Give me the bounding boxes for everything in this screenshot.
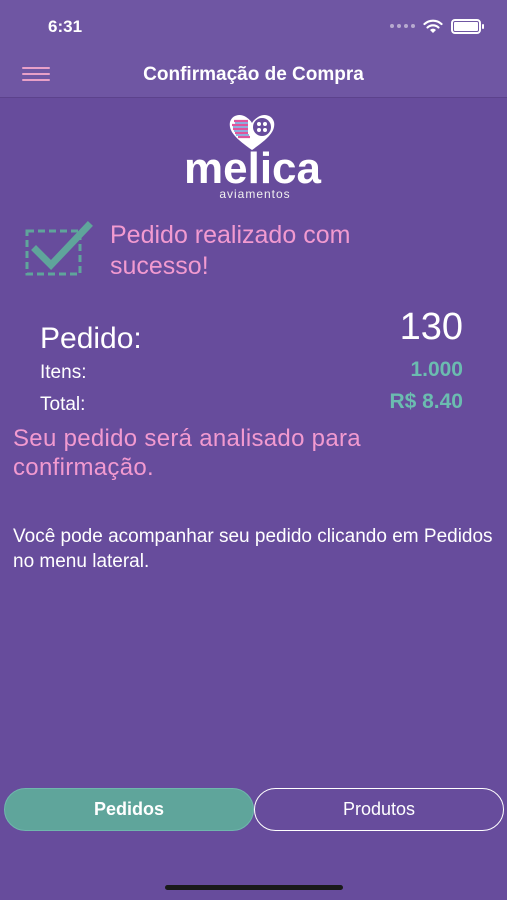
cellular-signal-icon xyxy=(390,24,415,28)
order-label: Pedido: xyxy=(40,322,142,355)
wifi-icon xyxy=(423,19,443,33)
items-label: Itens: xyxy=(40,362,87,383)
total-label: Total: xyxy=(40,394,86,415)
home-indicator xyxy=(165,885,343,890)
orders-button[interactable]: Pedidos xyxy=(4,788,254,831)
success-message: Pedido realizado com sucesso! xyxy=(110,221,351,280)
total-value: R$ 8.40 xyxy=(389,390,463,413)
page-title: Confirmação de Compra xyxy=(143,64,364,85)
status-time: 6:31 xyxy=(48,17,83,36)
items-value: 1.000 xyxy=(410,358,463,381)
navigation-bar: Confirmação de Compra xyxy=(0,52,507,98)
analysis-notice: Seu pedido será analisado para confirmaç… xyxy=(13,425,361,481)
logo-subtitle: aviamentos xyxy=(219,187,291,201)
success-checkmark-icon xyxy=(25,221,93,276)
info-text: Você pode acompanhar seu pedido clicando… xyxy=(13,526,493,572)
melica-logo: melica aviamentos xyxy=(165,112,340,204)
order-number: 130 xyxy=(399,306,463,348)
battery-icon xyxy=(451,18,484,34)
products-button[interactable]: Produtos xyxy=(254,788,504,831)
status-icons xyxy=(390,18,484,34)
status-bar: 6:31 xyxy=(0,0,507,52)
logo-wordmark: melica xyxy=(184,144,321,193)
